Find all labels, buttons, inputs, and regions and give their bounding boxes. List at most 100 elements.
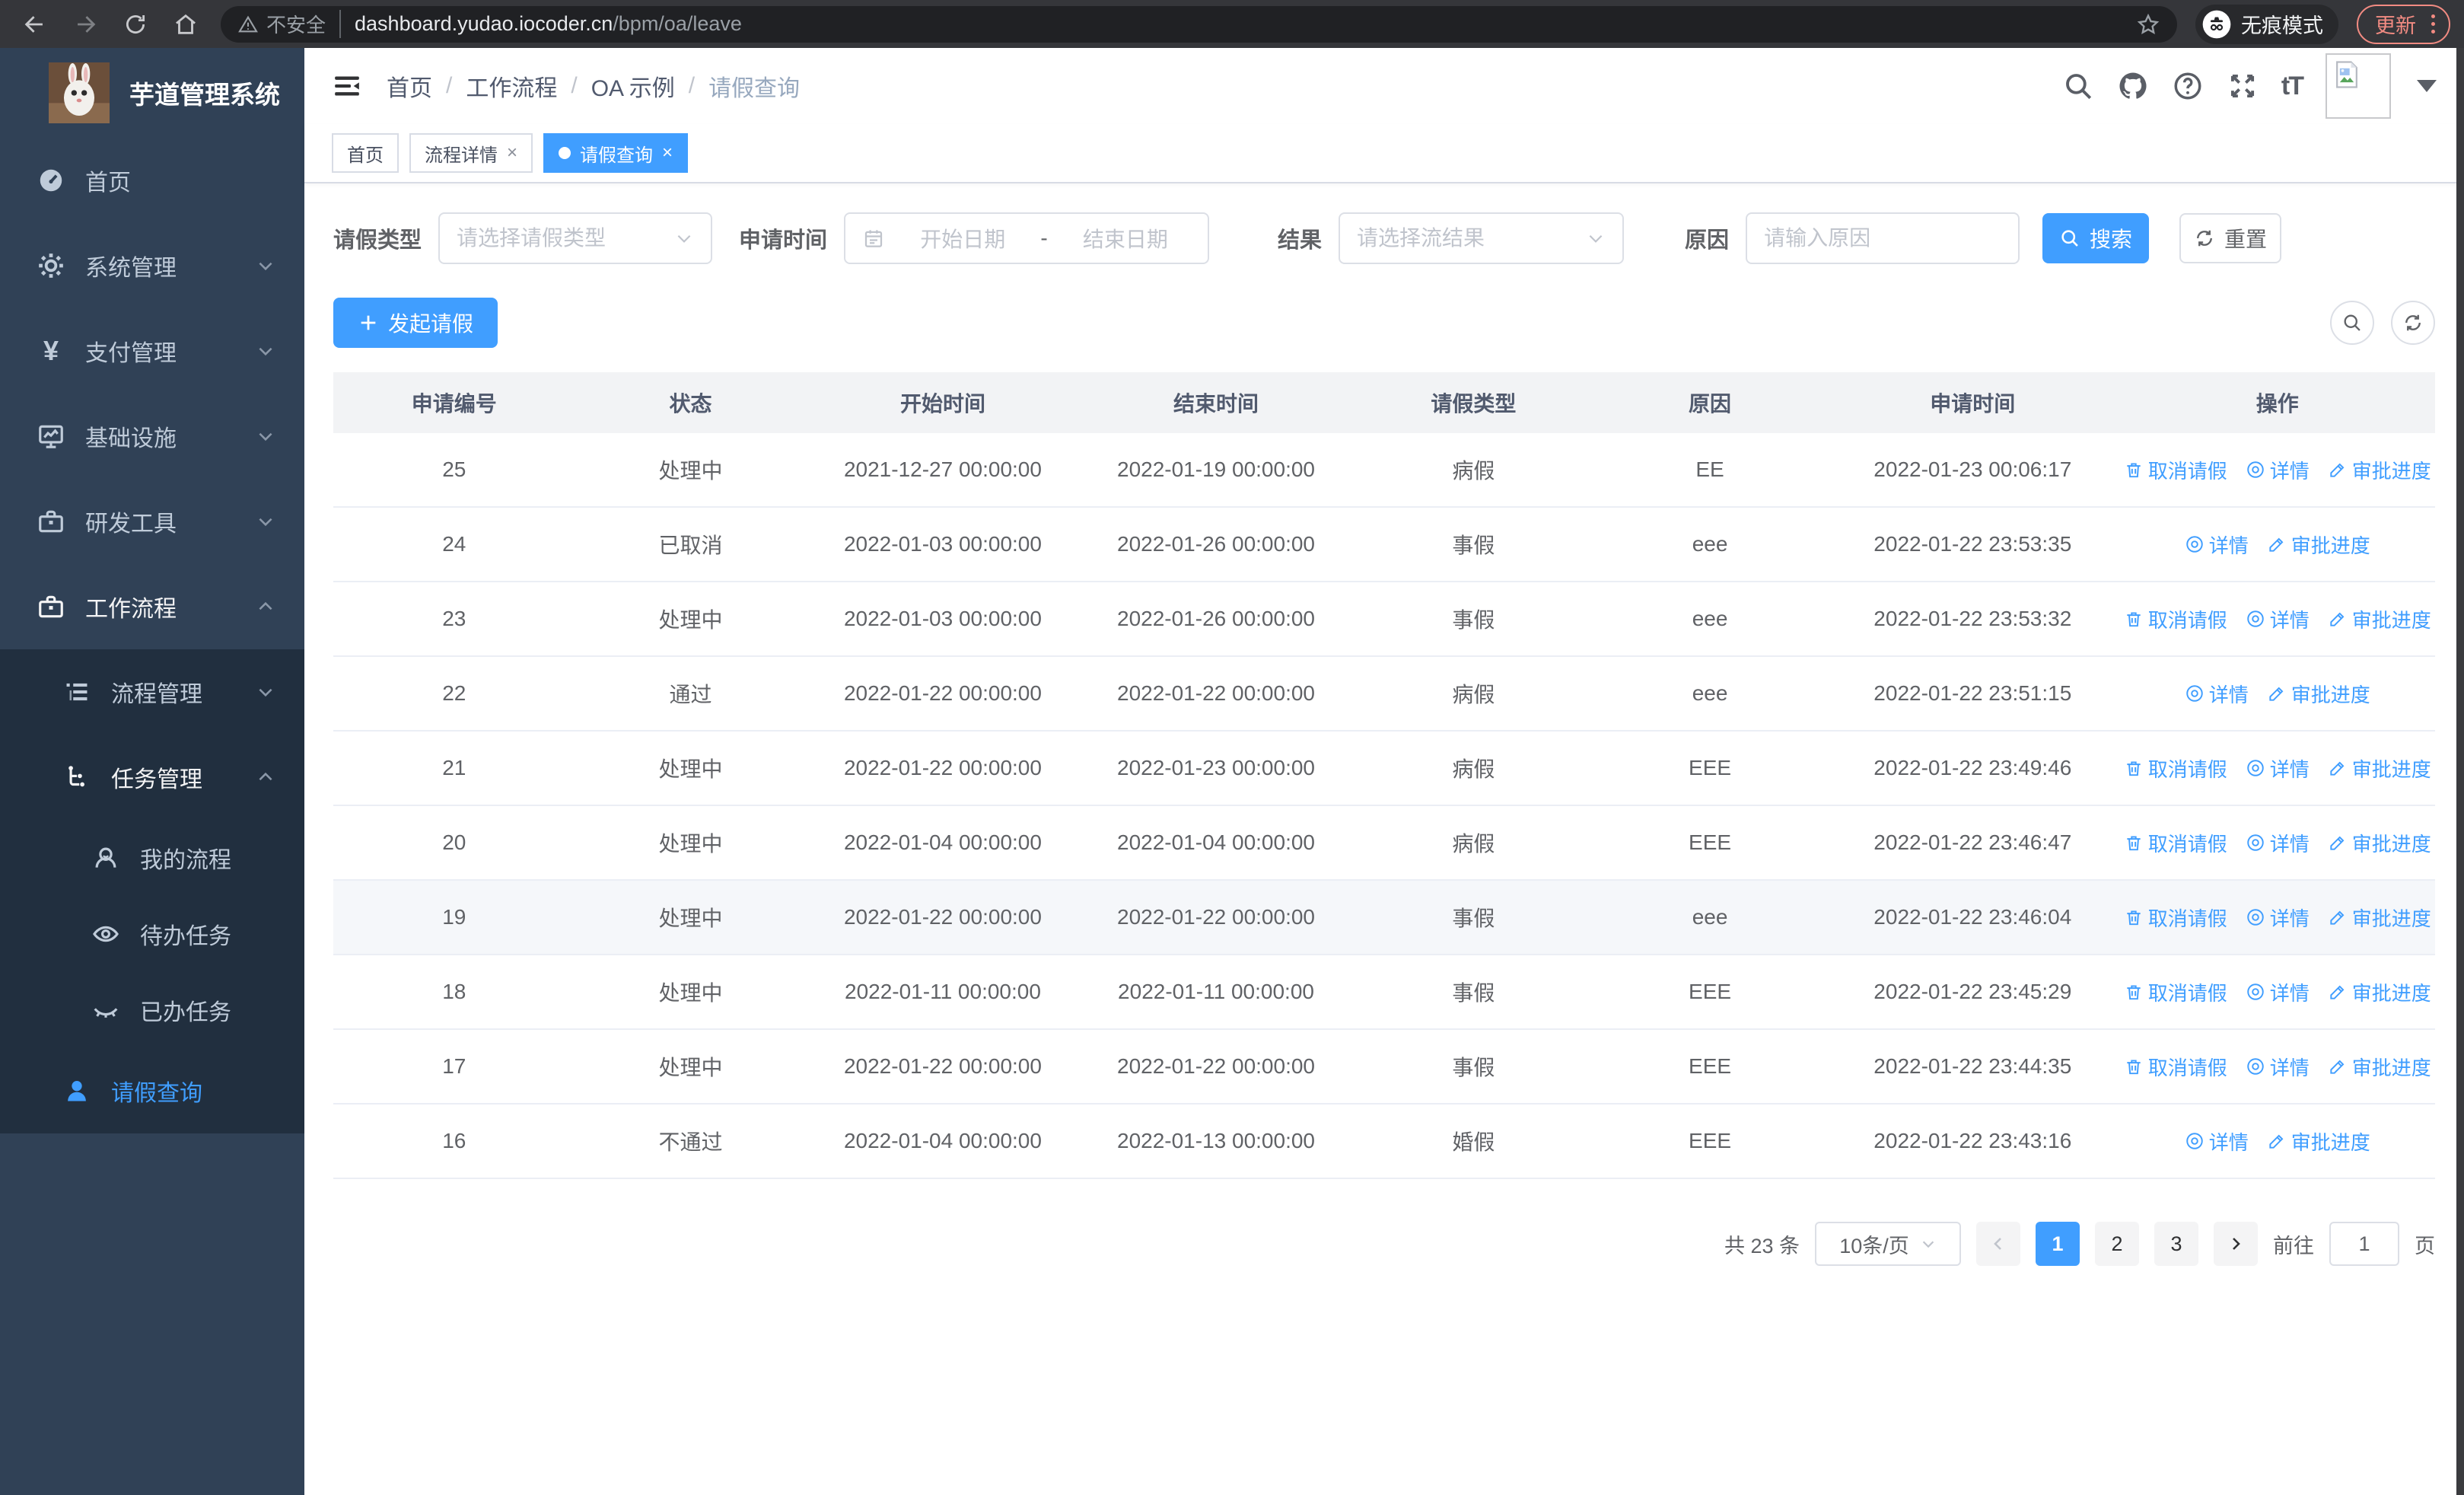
reason-input[interactable] — [1764, 226, 2002, 250]
user-menu-caret-icon[interactable] — [2417, 80, 2437, 92]
end-date-placeholder[interactable]: 结束日期 — [1060, 223, 1191, 253]
browser-update-button[interactable]: 更新 — [2357, 4, 2450, 44]
action-progress-link[interactable]: 审批进度 — [2328, 754, 2431, 783]
sidebar-item-workflow[interactable]: 工作流程 — [0, 564, 304, 649]
action-detail-link[interactable]: 详情 — [2246, 904, 2310, 932]
toggle-search-button[interactable] — [2330, 301, 2374, 345]
font-size-icon[interactable]: tT — [2281, 72, 2304, 101]
action-detail-link[interactable]: 详情 — [2246, 605, 2310, 633]
leave-type-select[interactable] — [438, 212, 713, 264]
action-detail-link[interactable]: 详情 — [2246, 978, 2310, 1006]
sidebar-item-home[interactable]: 首页 — [0, 138, 304, 223]
cell-type: 婚假 — [1452, 1130, 1495, 1154]
help-icon[interactable] — [2172, 70, 2204, 102]
action-progress-link[interactable]: 审批进度 — [2328, 1053, 2431, 1081]
tab-leave-query[interactable]: 请假查询 × — [543, 133, 689, 173]
action-progress-link[interactable]: 审批进度 — [2267, 680, 2370, 708]
sidebar-item-payment[interactable]: ¥ 支付管理 — [0, 308, 304, 394]
cell-actions: 取消请假 详情 审批进度 — [2120, 605, 2435, 633]
apply-time-range-picker[interactable]: 开始日期 - 结束日期 — [844, 212, 1210, 264]
sidebar-item-system[interactable]: 系统管理 — [0, 223, 304, 308]
cell-end: 2022-01-13 00:00:00 — [1117, 1129, 1315, 1152]
fullscreen-icon[interactable] — [2227, 70, 2259, 102]
action-detail-link[interactable]: 详情 — [2185, 680, 2249, 708]
search-icon[interactable] — [2062, 70, 2094, 102]
github-icon[interactable] — [2117, 70, 2149, 102]
action-cancel-link[interactable]: 取消请假 — [2124, 456, 2227, 484]
tab-process-detail[interactable]: 流程详情 × — [409, 133, 533, 173]
action-cancel-link[interactable]: 取消请假 — [2124, 829, 2227, 857]
close-icon[interactable]: × — [662, 142, 673, 164]
start-date-placeholder[interactable]: 开始日期 — [897, 223, 1028, 253]
app-logo[interactable]: 芋道管理系统 — [0, 48, 304, 138]
sidebar-item-todo-tasks[interactable]: 待办任务 — [0, 896, 304, 972]
create-leave-button[interactable]: 发起请假 — [333, 298, 498, 348]
cell-applied: 2022-01-22 23:49:46 — [1873, 756, 2072, 779]
browser-menu-icon[interactable] — [2428, 11, 2438, 37]
action-detail-link[interactable]: 详情 — [2246, 456, 2310, 484]
action-progress-link[interactable]: 审批进度 — [2267, 1127, 2370, 1156]
bookmark-star-icon[interactable] — [2136, 12, 2160, 37]
result-select[interactable] — [1339, 212, 1625, 264]
action-progress-link[interactable]: 审批进度 — [2328, 978, 2431, 1006]
dashboard-icon — [37, 166, 65, 195]
result-input[interactable] — [1357, 226, 1587, 250]
reason-field[interactable] — [1746, 212, 2020, 264]
breadcrumb-home[interactable]: 首页 — [387, 69, 432, 103]
page-scrollbar[interactable] — [2456, 48, 2464, 1495]
refresh-table-button[interactable] — [2391, 301, 2435, 345]
breadcrumb-oa-example[interactable]: OA 示例 — [591, 69, 675, 103]
action-progress-link[interactable]: 审批进度 — [2328, 829, 2431, 857]
action-cancel-link[interactable]: 取消请假 — [2124, 904, 2227, 932]
sidebar-collapse-icon[interactable] — [332, 71, 362, 101]
action-progress-link[interactable]: 审批进度 — [2267, 531, 2370, 559]
action-cancel-link[interactable]: 取消请假 — [2124, 754, 2227, 783]
action-progress-link[interactable]: 审批进度 — [2328, 456, 2431, 484]
address-bar[interactable]: 不安全 dashboard.yudao.iocoder.cn/bpm/oa/le… — [221, 5, 2177, 43]
sidebar-item-leave-query[interactable]: 请假查询 — [0, 1048, 304, 1133]
sidebar-item-dev-tools[interactable]: 研发工具 — [0, 479, 304, 564]
cell-status: 处理中 — [658, 981, 723, 1005]
page-1-button[interactable]: 1 — [2036, 1222, 2080, 1266]
tab-home[interactable]: 首页 — [332, 133, 399, 173]
home-icon[interactable] — [164, 3, 207, 46]
table-row: 19 处理中 2022-01-22 00:00:00 2022-01-22 00:00… — [333, 881, 2435, 955]
goto-page-input[interactable] — [2329, 1222, 2399, 1266]
action-detail-link[interactable]: 详情 — [2246, 829, 2310, 857]
sidebar-item-done-tasks[interactable]: 已办任务 — [0, 972, 304, 1048]
action-cancel-link[interactable]: 取消请假 — [2124, 605, 2227, 633]
pen-icon — [2269, 1134, 2284, 1149]
next-page-button[interactable] — [2214, 1222, 2258, 1266]
not-secure-warning-icon[interactable] — [237, 14, 259, 35]
sidebar-item-my-process[interactable]: 我的流程 — [0, 820, 304, 896]
sidebar-item-task-management[interactable]: 任务管理 — [0, 735, 304, 820]
action-cancel-link[interactable]: 取消请假 — [2124, 978, 2227, 1006]
action-progress-link[interactable]: 审批进度 — [2328, 904, 2431, 932]
back-icon[interactable] — [14, 3, 56, 46]
page-2-button[interactable]: 2 — [2095, 1222, 2139, 1266]
reset-button[interactable]: 重置 — [2179, 213, 2282, 263]
reload-icon[interactable] — [114, 3, 157, 46]
sidebar-item-process-management[interactable]: 流程管理 — [0, 649, 304, 735]
page-size-select[interactable]: 10条/页 — [1815, 1222, 1961, 1266]
avatar[interactable] — [2326, 53, 2391, 119]
leave-table: 申请编号 状态 开始时间 结束时间 请假类型 原因 申请时间 操作 25 处理中 2… — [333, 372, 2435, 1179]
sidebar-item-infrastructure[interactable]: 基础设施 — [0, 394, 304, 479]
prev-page-button[interactable] — [1976, 1222, 2020, 1266]
refresh-icon — [2197, 230, 2212, 247]
action-detail-link[interactable]: 详情 — [2185, 1127, 2249, 1156]
action-progress-link[interactable]: 审批进度 — [2328, 605, 2431, 633]
action-detail-link[interactable]: 详情 — [2246, 754, 2310, 783]
search-button[interactable]: 搜索 — [2042, 213, 2150, 263]
breadcrumb-workflow[interactable]: 工作流程 — [466, 69, 557, 103]
search-icon — [2061, 230, 2078, 247]
leave-type-input[interactable] — [457, 226, 675, 250]
action-cancel-link[interactable]: 取消请假 — [2124, 1053, 2227, 1081]
breadcrumb: 首页 / 工作流程 / OA 示例 / 请假查询 — [387, 69, 800, 103]
chevron-down-icon — [1586, 228, 1606, 248]
close-icon[interactable]: × — [507, 142, 517, 164]
action-detail-link[interactable]: 详情 — [2185, 531, 2249, 559]
action-detail-link[interactable]: 详情 — [2246, 1053, 2310, 1081]
page-3-button[interactable]: 3 — [2154, 1222, 2198, 1266]
forward-icon[interactable] — [64, 3, 107, 46]
